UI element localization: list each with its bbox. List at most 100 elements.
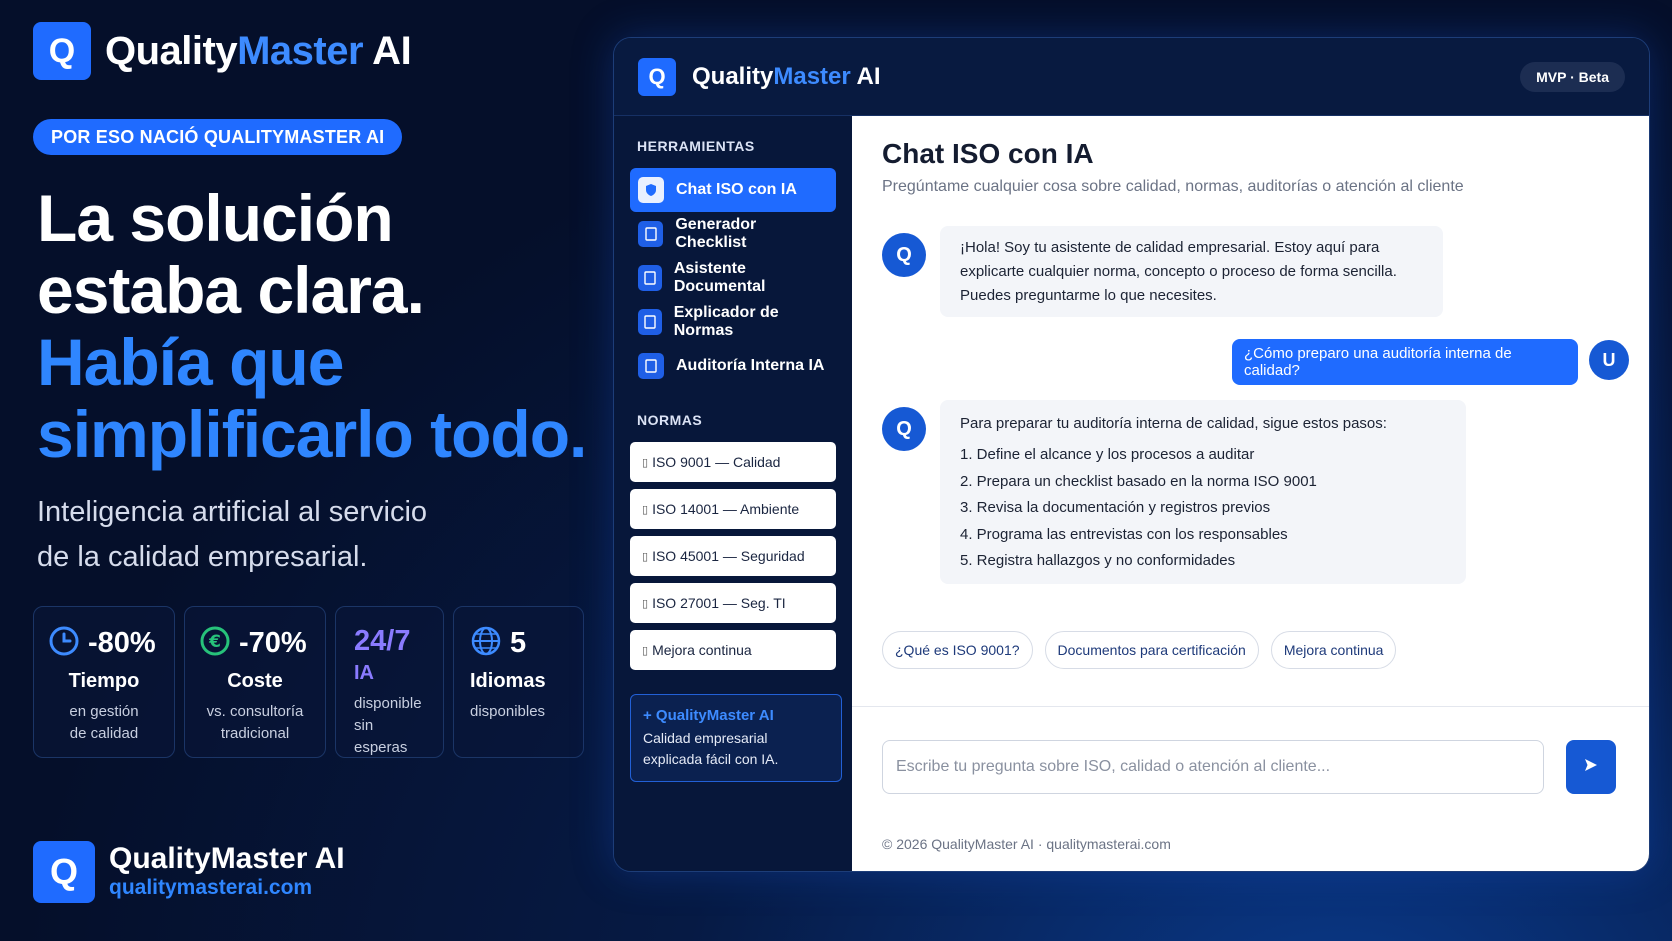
subline: Inteligencia artificial al servicio de l… bbox=[37, 490, 557, 580]
stat-label: Coste bbox=[227, 670, 283, 692]
brand-name-part3: AI bbox=[363, 28, 412, 73]
sidebar-item-documental[interactable]: Asistente Documental bbox=[630, 256, 836, 300]
sidebar-item-chat-iso[interactable]: Chat ISO con IA bbox=[630, 168, 836, 212]
promo-card: + QualityMaster AI Calidad empresarial ex… bbox=[630, 694, 842, 782]
bot-avatar: Q bbox=[882, 233, 926, 277]
send-icon bbox=[1583, 756, 1599, 779]
suggestion-chips: ¿Qué es ISO 9001? Documentos para certif… bbox=[882, 631, 1397, 669]
page-title: Chat ISO con IA bbox=[882, 138, 1094, 169]
norm-item-iso9001[interactable]: ▯ ISO 9001 — Calidad bbox=[630, 442, 836, 482]
stat-desc-1: en gestión bbox=[69, 703, 139, 720]
norm-item-iso27001[interactable]: ▯ ISO 27001 — Seg. TI bbox=[630, 583, 836, 623]
brand-name-part1: Quality bbox=[105, 28, 238, 73]
norm-label: ISO 9001 — Calidad bbox=[652, 454, 781, 470]
headline-line3: Había que bbox=[37, 325, 344, 399]
steps-list: 1. Define el alcance y los procesos a au… bbox=[960, 442, 1446, 575]
chat-input[interactable]: Escribe tu pregunta sobre ISO, calidad o… bbox=[882, 740, 1544, 794]
norm-icon: ▯ bbox=[642, 550, 649, 563]
footer-brand-url[interactable]: qualitymasterai.com bbox=[109, 876, 345, 900]
sidebar-item-label: Chat ISO con IA bbox=[676, 181, 797, 198]
sidebar-item-label: Auditoría Interna IA bbox=[676, 357, 825, 374]
app-footer: © 2026 QualityMaster AI · qualitymastera… bbox=[882, 836, 1171, 852]
bot-message-line: ¡Hola! Soy tu asistente de calidad empre… bbox=[960, 239, 1380, 256]
app-logo-icon: Q bbox=[638, 57, 676, 96]
norm-label: ISO 14001 — Ambiente bbox=[652, 501, 800, 517]
user-avatar: U bbox=[1589, 340, 1629, 380]
promo-line1: Calidad empresarial bbox=[643, 730, 768, 746]
brand-name: QualityMaster AI bbox=[105, 28, 412, 74]
euro-icon: € bbox=[199, 625, 231, 662]
app-title-part1: Quality bbox=[692, 62, 774, 90]
headline-line2: estaba clara. bbox=[37, 253, 425, 327]
norm-item-iso45001[interactable]: ▯ ISO 45001 — Seguridad bbox=[630, 536, 836, 576]
globe-icon bbox=[470, 625, 502, 662]
app-title-part2: Master bbox=[773, 62, 851, 90]
stat-desc-2: sin esperas bbox=[354, 717, 408, 756]
headline-line1: La solución bbox=[37, 181, 394, 255]
document-icon bbox=[638, 221, 664, 247]
sidebar-item-label: Explicador de Normas bbox=[673, 304, 779, 339]
stat-ai: 24/7 IA disponible sin esperas bbox=[335, 606, 444, 758]
sidebar-item-checklist[interactable]: Generador Checklist bbox=[630, 212, 836, 256]
suggestion-chip[interactable]: Documentos para certificación bbox=[1044, 631, 1259, 669]
stat-value: 5 bbox=[510, 627, 527, 659]
bot-message: ¡Hola! Soy tu asistente de calidad empre… bbox=[940, 226, 1443, 317]
sidebar-item-label: Generador Checklist bbox=[675, 216, 757, 251]
headline-line4: simplificarlo todo. bbox=[37, 397, 587, 471]
svg-text:€: € bbox=[208, 632, 221, 652]
stat-desc-1: disponible bbox=[354, 695, 422, 712]
suggestion-chip[interactable]: Mejora continua bbox=[1270, 631, 1397, 669]
document-icon bbox=[638, 353, 664, 379]
bot-avatar: Q bbox=[882, 407, 926, 451]
version-badge: MVP · Beta bbox=[1520, 61, 1625, 92]
stat-desc-1: vs. consultoría bbox=[206, 703, 304, 720]
brand-name-part2: Master bbox=[237, 28, 364, 73]
headline: La solución estaba clara. Había que simp… bbox=[37, 181, 587, 471]
list-item: 3. Revisa la documentación y registros p… bbox=[960, 499, 1271, 516]
norm-item-iso14001[interactable]: ▯ ISO 14001 — Ambiente bbox=[630, 489, 836, 529]
list-item: 5. Registra hallazgos y no conformidades bbox=[960, 552, 1236, 569]
chat-panel: Chat ISO con IA Pregúntame cualquier cos… bbox=[852, 116, 1649, 871]
stat-desc: vs. consultoría tradicional bbox=[199, 701, 311, 745]
stat-desc: disponibles bbox=[470, 703, 546, 720]
sidebar: HERRAMIENTAS Chat ISO con IA Generador C… bbox=[614, 116, 852, 871]
app-title: QualityMaster AI bbox=[692, 63, 881, 91]
promo-line2: explicada fácil con IA. bbox=[643, 751, 779, 767]
app-header: Q QualityMaster AI MVP · Beta bbox=[614, 38, 1649, 116]
stat-desc-2: tradicional bbox=[220, 725, 290, 742]
norm-item-mejora[interactable]: ▯ Mejora continua bbox=[630, 630, 836, 670]
suggestion-chip[interactable]: ¿Qué es ISO 9001? bbox=[882, 631, 1033, 669]
norm-icon: ▯ bbox=[642, 503, 649, 516]
footer-brand-name: QualityMaster AI bbox=[109, 842, 345, 875]
document-icon bbox=[638, 309, 662, 335]
sidebar-item-auditoria[interactable]: Auditoría Interna IA bbox=[630, 344, 836, 388]
intro-pill: POR ESO NACIÓ QUALITYMASTER AI bbox=[33, 119, 403, 155]
stat-label: IA bbox=[354, 662, 374, 684]
stat-label: Tiempo bbox=[68, 670, 140, 692]
stat-value: -70% bbox=[239, 627, 307, 659]
shield-icon bbox=[638, 177, 664, 203]
list-item: 4. Programa las entrevistas con los resp… bbox=[960, 525, 1288, 543]
clock-icon bbox=[48, 625, 80, 662]
bot-message-intro: Para preparar tu auditoría interna de ca… bbox=[960, 415, 1387, 432]
norm-label: ISO 27001 — Seg. TI bbox=[652, 595, 786, 611]
footer-brand: Q QualityMaster AI qualitymasterai.com bbox=[33, 841, 345, 903]
norm-label: ISO 45001 — Seguridad bbox=[652, 548, 805, 564]
bot-message-line: Puedes preguntarme lo que necesites. bbox=[960, 287, 1217, 304]
norm-icon: ▯ bbox=[642, 644, 649, 657]
app-window: Q QualityMaster AI MVP · Beta HERRAMIENT… bbox=[613, 37, 1650, 872]
user-message: ¿Cómo preparo una auditoría interna de c… bbox=[1232, 339, 1578, 385]
send-button[interactable] bbox=[1566, 740, 1616, 794]
logo-icon: Q bbox=[33, 841, 95, 903]
bot-message-line: explicarte cualquier norma, concepto o p… bbox=[960, 263, 1397, 280]
sidebar-item-explicador[interactable]: Explicador de Normas bbox=[630, 300, 836, 344]
stat-desc: disponible sin esperas bbox=[354, 693, 429, 759]
norm-icon: ▯ bbox=[642, 597, 649, 610]
norms-heading: NORMAS bbox=[637, 412, 703, 428]
logo-icon: Q bbox=[33, 22, 91, 80]
page-subtitle: Pregúntame cualquier cosa sobre calidad,… bbox=[882, 178, 1464, 195]
stat-languages: 5 Idiomas disponibles bbox=[453, 606, 584, 758]
stats-row: -80% Tiempo en gestión de calidad € -70% … bbox=[33, 606, 584, 758]
tools-heading: HERRAMIENTAS bbox=[637, 138, 755, 154]
stat-desc: en gestión de calidad bbox=[48, 701, 160, 745]
